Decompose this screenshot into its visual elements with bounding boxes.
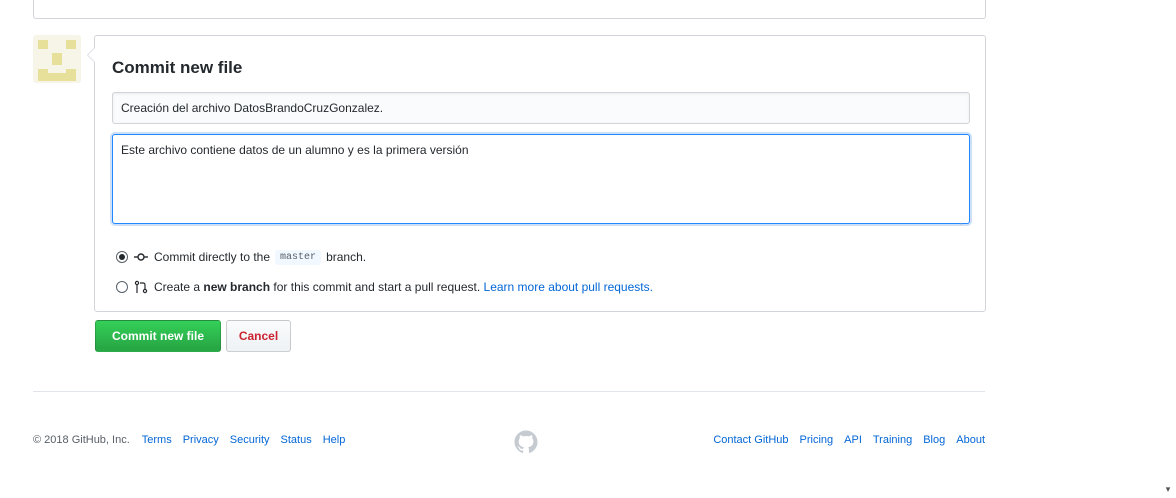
new-branch-strong: new branch — [203, 280, 271, 294]
footer-right: Contact GitHub Pricing API Training Blog… — [713, 434, 985, 446]
vertical-scrollbar[interactable]: ▾ — [1159, 0, 1176, 498]
new-branch-radio[interactable] — [116, 281, 128, 293]
footer-link-security[interactable]: Security — [230, 434, 270, 446]
textarea-resize-handle[interactable]: ⠠ — [957, 219, 965, 227]
new-branch-option[interactable]: Create a new branch for this commit and … — [116, 278, 653, 296]
footer-link-status[interactable]: Status — [281, 434, 312, 446]
git-commit-icon — [134, 253, 148, 261]
footer-link-terms[interactable]: Terms — [142, 434, 172, 446]
copyright-text: © 2018 GitHub, Inc. — [33, 434, 130, 446]
new-branch-middle: for this commit and start a pull request… — [273, 280, 481, 294]
footer-link-pricing[interactable]: Pricing — [800, 434, 834, 446]
branch-name: master — [275, 249, 322, 265]
commit-directly-suffix: branch. — [326, 250, 367, 264]
commit-directly-radio[interactable] — [116, 251, 128, 263]
commit-form-panel: Commit new file Este archivo contiene da… — [87, 35, 986, 312]
commit-directly-option[interactable]: Commit directly to the master branch. — [116, 248, 366, 266]
new-branch-prefix: Create a — [154, 280, 201, 294]
footer-left: © 2018 GitHub, Inc. Terms Privacy Securi… — [33, 434, 356, 446]
commit-directly-label: Commit directly to the — [154, 250, 271, 264]
cancel-button[interactable]: Cancel — [226, 320, 291, 352]
commit-description-textarea[interactable]: Este archivo contiene datos de un alumno… — [112, 134, 970, 224]
github-mark-icon[interactable] — [514, 430, 538, 454]
previous-panel-edge — [33, 0, 986, 19]
commit-new-file-button[interactable]: Commit new file — [95, 320, 221, 352]
user-avatar[interactable] — [33, 35, 81, 83]
commit-summary-input[interactable] — [112, 92, 970, 124]
learn-more-pull-requests-link[interactable]: Learn more about pull requests. — [484, 280, 653, 294]
footer-link-help[interactable]: Help — [323, 434, 346, 446]
footer-link-training[interactable]: Training — [873, 434, 912, 446]
footer-link-privacy[interactable]: Privacy — [183, 434, 219, 446]
footer-link-api[interactable]: API — [844, 434, 862, 446]
scroll-down-arrow-icon[interactable]: ▾ — [1163, 484, 1173, 494]
footer-link-blog[interactable]: Blog — [923, 434, 945, 446]
footer-link-about[interactable]: About — [956, 434, 985, 446]
commit-form-title: Commit new file — [112, 58, 243, 77]
scrollbar-thumb[interactable] — [1164, 224, 1173, 476]
footer-link-contact-github[interactable]: Contact GitHub — [713, 434, 788, 446]
git-pull-request-icon — [134, 280, 148, 294]
footer-divider — [33, 391, 985, 392]
